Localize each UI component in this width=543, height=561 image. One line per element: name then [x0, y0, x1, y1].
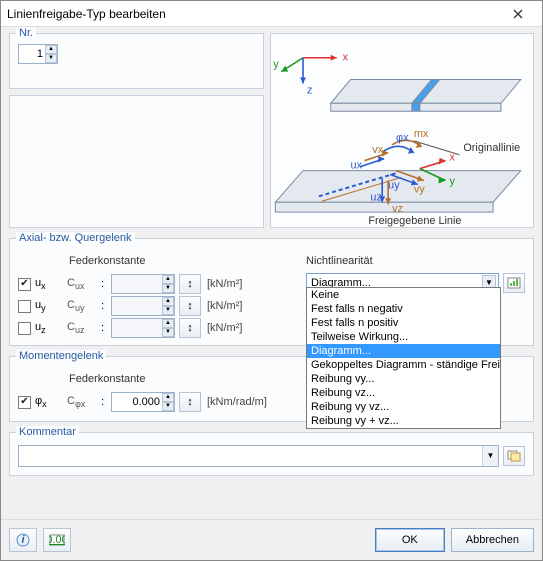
- nr-group: Nr. ▲▼: [9, 33, 264, 89]
- svg-text:φx: φx: [396, 132, 409, 144]
- nonlin-option[interactable]: Gekoppeltes Diagramm - ständige Freigabe: [307, 358, 500, 372]
- svg-text:mx: mx: [414, 128, 429, 140]
- checkbox-uz[interactable]: [18, 322, 31, 335]
- unit-cphix: [kNm/rad/m]: [205, 396, 267, 408]
- nonlin-option[interactable]: Keine: [307, 288, 500, 302]
- dialog-window: Linienfreigabe-Typ bearbeiten Nr. ▲▼: [0, 0, 543, 561]
- units-button[interactable]: 0.00: [43, 528, 71, 552]
- svg-text:y: y: [273, 59, 279, 71]
- moment-spring-header: Federkonstante: [69, 373, 145, 385]
- svg-text:vx: vx: [372, 144, 383, 156]
- svg-text:vz: vz: [392, 203, 403, 215]
- checkbox-ux[interactable]: [18, 278, 31, 291]
- svg-text:uz: uz: [370, 191, 382, 203]
- spring-col-header: Federkonstante: [69, 255, 145, 267]
- nonlin-option[interactable]: Fest falls n negativ: [307, 302, 500, 316]
- nonlin-option[interactable]: Diagramm...: [307, 344, 500, 358]
- const-label-cuy: Cuy: [67, 299, 97, 313]
- label-phix: φx: [35, 395, 63, 409]
- placeholder-panel: [9, 95, 264, 228]
- svg-text:x: x: [343, 52, 349, 64]
- const-label-cux: Cux: [67, 277, 97, 291]
- unit-cuy: [kN/m²]: [205, 300, 242, 312]
- nonlin-dropdown-list[interactable]: KeineFest falls n negativFest falls n po…: [306, 287, 501, 429]
- nonlin-option[interactable]: Teilweise Wirkung...: [307, 330, 500, 344]
- label-ux: ux: [35, 277, 63, 291]
- nonlin-col-header: Nichtlinearität: [306, 251, 525, 271]
- unit-cux: [kN/m²]: [205, 278, 242, 290]
- help-button[interactable]: i: [9, 528, 37, 552]
- stepper-cuz[interactable]: ↕: [179, 318, 201, 338]
- svg-text:y: y: [450, 175, 456, 187]
- spinner-cphix[interactable]: ▲▼: [162, 393, 174, 411]
- svg-text:ux: ux: [351, 160, 363, 172]
- checkbox-phix[interactable]: [18, 396, 31, 409]
- row-uz: uz Cuz : ▲▼ ↕ [kN/m²]: [18, 317, 288, 339]
- checkbox-uy[interactable]: [18, 300, 31, 313]
- axial-group-label: Axial- bzw. Quergelenk: [16, 232, 135, 244]
- svg-text:Freigegebene Linie: Freigegebene Linie: [368, 215, 461, 227]
- spinner-cuy[interactable]: ▲▼: [162, 297, 174, 315]
- dialog-footer: i 0.00 OK Abbrechen: [1, 519, 542, 560]
- ok-button[interactable]: OK: [375, 528, 445, 552]
- nr-spinner[interactable]: ▲▼: [45, 45, 57, 63]
- nonlin-edit-button[interactable]: [503, 273, 525, 293]
- stepper-cux[interactable]: ↕: [179, 274, 201, 294]
- stepper-cuy[interactable]: ↕: [179, 296, 201, 316]
- svg-text:z: z: [307, 84, 312, 96]
- svg-text:Originallinie: Originallinie: [463, 142, 520, 154]
- svg-text:0.00: 0.00: [49, 534, 65, 546]
- nonlin-option[interactable]: Reibung vy vz...: [307, 400, 500, 414]
- row-ux: ux Cux : ▲▼ ↕ [kN/m²]: [18, 273, 288, 295]
- const-label-cuz: Cuz: [67, 321, 97, 335]
- nonlin-option[interactable]: Reibung vz...: [307, 386, 500, 400]
- comment-group: Kommentar ▼: [9, 432, 534, 476]
- row-uy: uy Cuy : ▲▼ ↕ [kN/m²]: [18, 295, 288, 317]
- comment-group-label: Kommentar: [16, 426, 79, 438]
- nr-label: Nr.: [16, 27, 36, 39]
- cancel-button[interactable]: Abbrechen: [451, 528, 534, 552]
- titlebar: Linienfreigabe-Typ bearbeiten: [1, 1, 542, 27]
- spinner-cuz[interactable]: ▲▼: [162, 319, 174, 337]
- spinner-cux[interactable]: ▲▼: [162, 275, 174, 293]
- schematic-diagram: x y z: [270, 33, 534, 228]
- stepper-cphix[interactable]: ↕: [179, 392, 201, 412]
- unit-cuz: [kN/m²]: [205, 322, 242, 334]
- comment-pick-button[interactable]: [503, 446, 525, 466]
- close-button[interactable]: [500, 3, 536, 25]
- svg-text:vy: vy: [414, 183, 425, 195]
- comment-combobox[interactable]: ▼: [18, 445, 499, 467]
- svg-text:uy: uy: [388, 179, 400, 191]
- moment-group-label: Momentengelenk: [16, 350, 106, 362]
- nonlin-option[interactable]: Fest falls n positiv: [307, 316, 500, 330]
- nonlin-option[interactable]: Reibung vy...: [307, 372, 500, 386]
- label-uz: uz: [35, 321, 63, 335]
- nonlin-option[interactable]: Reibung vy + vz...: [307, 414, 500, 428]
- svg-text:x: x: [450, 152, 456, 164]
- window-title: Linienfreigabe-Typ bearbeiten: [7, 7, 500, 21]
- chevron-down-icon[interactable]: ▼: [482, 446, 498, 466]
- const-label-cphix: Cφx: [67, 395, 97, 409]
- axial-group: Axial- bzw. Quergelenk Federkonstante ux…: [9, 238, 534, 346]
- comment-input[interactable]: [19, 446, 482, 466]
- label-uy: uy: [35, 299, 63, 313]
- nr-input-wrapper: ▲▼: [18, 44, 58, 64]
